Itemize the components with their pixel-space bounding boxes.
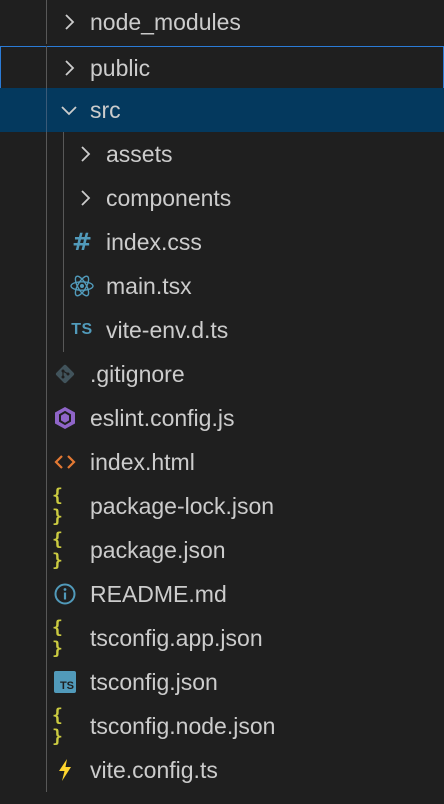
- tree-item-tsconfig-json[interactable]: TS tsconfig.json: [0, 660, 444, 704]
- indent-guide: [46, 748, 47, 792]
- tree-item-tsconfig-app-json[interactable]: { } tsconfig.app.json: [0, 616, 444, 660]
- indent-guide: [46, 176, 47, 220]
- indent-guide: [46, 0, 47, 44]
- tsconfig-badge: TS: [54, 671, 76, 693]
- indent-guide: [46, 704, 47, 748]
- indent-guide: [63, 264, 64, 308]
- typescript-text-icon: TS: [71, 321, 93, 338]
- indent-guide: [63, 132, 64, 176]
- json-braces-icon: { }: [52, 617, 64, 659]
- tree-item-label: main.tsx: [106, 273, 192, 299]
- git-icon: [52, 352, 78, 396]
- tree-item-label: tsconfig.node.json: [90, 713, 276, 739]
- chevron-right-icon: [58, 0, 80, 44]
- tree-item-package-json[interactable]: { } package.json: [0, 528, 444, 572]
- chevron-right-icon: [74, 132, 96, 176]
- tree-item-label: README.md: [90, 581, 227, 607]
- tree-item-label: vite.config.ts: [90, 757, 218, 783]
- tree-item-public[interactable]: public: [0, 46, 444, 90]
- tree-item-label: src: [90, 97, 121, 123]
- tree-item-label: .gitignore: [90, 361, 185, 387]
- indent-guide: [46, 88, 47, 132]
- json-braces-icon: { }: [52, 705, 64, 747]
- tree-item-readme-md[interactable]: README.md: [0, 572, 444, 616]
- info-icon: [52, 572, 78, 616]
- tree-item-assets[interactable]: assets: [0, 132, 444, 176]
- indent-guide: [46, 220, 47, 264]
- indent-guide: [46, 396, 47, 440]
- tree-item-node-modules[interactable]: node_modules: [0, 0, 444, 44]
- indent-guide: [46, 264, 47, 308]
- indent-guide: [46, 352, 47, 396]
- chevron-right-icon: [74, 176, 96, 220]
- css-hash-icon: #: [71, 228, 93, 256]
- indent-guide: [46, 308, 47, 352]
- tree-item-label: package-lock.json: [90, 493, 275, 519]
- tree-item-index-css[interactable]: # index.css: [0, 220, 444, 264]
- tree-item-vite-config-ts[interactable]: vite.config.ts: [0, 748, 444, 792]
- tree-item-label: tsconfig.app.json: [90, 625, 263, 651]
- tree-item-vite-env-d-ts[interactable]: TS vite-env.d.ts: [0, 308, 444, 352]
- html-brackets-icon: [52, 440, 78, 484]
- vite-bolt-icon: [52, 748, 78, 792]
- tree-item-components[interactable]: components: [0, 176, 444, 220]
- indent-guide: [63, 308, 64, 352]
- tree-item-src[interactable]: src: [0, 88, 444, 132]
- tree-item-label: node_modules: [90, 9, 241, 35]
- tree-item-label: eslint.config.js: [90, 405, 235, 431]
- indent-guide: [63, 176, 64, 220]
- indent-guide: [46, 528, 47, 572]
- chevron-right-icon: [58, 46, 80, 90]
- tree-item-label: components: [106, 185, 232, 211]
- tree-item-label: index.html: [90, 449, 195, 475]
- json-braces-icon: { }: [52, 485, 64, 527]
- json-braces-icon: { }: [52, 529, 64, 571]
- tree-item-tsconfig-node-json[interactable]: { } tsconfig.node.json: [0, 704, 444, 748]
- indent-guide: [46, 660, 47, 704]
- tree-item-label: vite-env.d.ts: [106, 317, 229, 343]
- tree-item-label: tsconfig.json: [90, 669, 218, 695]
- indent-guide: [46, 616, 47, 660]
- tree-item-gitignore[interactable]: .gitignore: [0, 352, 444, 396]
- tree-item-package-lock-json[interactable]: { } package-lock.json: [0, 484, 444, 528]
- indent-guide: [46, 440, 47, 484]
- tree-item-label: public: [90, 55, 151, 81]
- eslint-icon: [52, 396, 78, 440]
- file-explorer-tree: node_modules public src assets component…: [0, 0, 444, 804]
- tree-item-index-html[interactable]: index.html: [0, 440, 444, 484]
- tree-item-label: package.json: [90, 537, 226, 563]
- tree-item-label: assets: [106, 141, 173, 167]
- tree-item-eslint-config-js[interactable]: eslint.config.js: [0, 396, 444, 440]
- react-atom-icon: [69, 264, 95, 308]
- indent-guide: [46, 484, 47, 528]
- indent-guide: [46, 132, 47, 176]
- tree-item-label: index.css: [106, 229, 202, 255]
- indent-guide: [63, 220, 64, 264]
- indent-guide: [46, 572, 47, 616]
- indent-guide: [46, 46, 47, 90]
- tree-item-main-tsx[interactable]: main.tsx: [0, 264, 444, 308]
- tsconfig-icon: TS: [52, 660, 78, 704]
- chevron-down-icon: [58, 88, 80, 132]
